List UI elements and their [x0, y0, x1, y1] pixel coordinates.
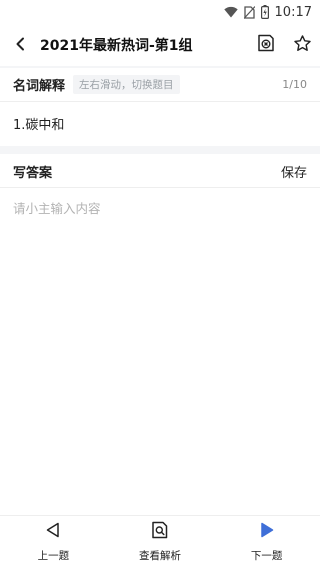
status-time: 10:17 [274, 4, 312, 20]
answer-sheet-icon [257, 34, 275, 56]
battery-icon [260, 5, 269, 19]
swipe-hint: 左右滑动，切换题目 [73, 74, 180, 94]
next-triangle-icon [258, 521, 276, 543]
back-arrow-icon [15, 36, 25, 55]
divider [0, 101, 320, 102]
prev-triangle-icon [44, 521, 62, 543]
app-bar: 2021年最新热词-第1组 [0, 24, 320, 66]
answer-label: 写答案 [13, 165, 53, 181]
save-button[interactable]: 保存 [281, 162, 307, 181]
term-label: 名词解释 [13, 78, 66, 94]
view-analysis-label: 查看解析 [139, 550, 181, 562]
divider [0, 187, 320, 188]
next-question-button[interactable]: 下一题 [213, 516, 320, 568]
page-title: 2021年最新热词-第1组 [40, 38, 193, 54]
view-analysis-button[interactable]: 查看解析 [107, 516, 214, 568]
prev-question-label: 上一题 [37, 550, 70, 562]
term-section-header: 名词解释 左右滑动，切换题目 1/10 [0, 68, 320, 100]
section-gap [0, 146, 320, 154]
answer-section-header: 写答案 保存 [0, 156, 320, 186]
question-text: 1.碳中和 [13, 118, 65, 133]
answer-sheet-button[interactable] [248, 24, 284, 66]
prev-question-button[interactable]: 上一题 [0, 516, 107, 568]
back-button[interactable] [0, 24, 40, 66]
bottom-nav: 上一题 查看解析 下一题 [0, 515, 320, 568]
star-icon [293, 34, 312, 57]
status-bar: 10:17 [0, 0, 320, 24]
answer-input[interactable] [13, 198, 307, 478]
favorite-button[interactable] [284, 24, 320, 66]
no-sim-icon [243, 5, 255, 19]
next-question-label: 下一题 [250, 550, 283, 562]
page-indicator: 1/10 [282, 77, 307, 91]
view-analysis-icon [151, 521, 169, 543]
wifi-icon [223, 6, 238, 18]
